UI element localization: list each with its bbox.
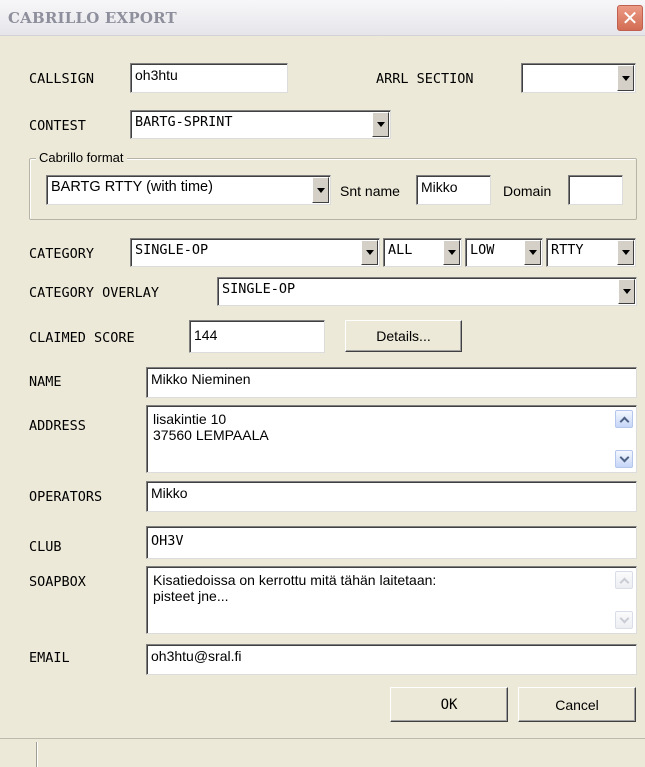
- soapbox-label: SOAPBOX: [29, 574, 86, 590]
- arrl-section-label: ARRL SECTION: [376, 71, 474, 87]
- snt-name-label: Snt name: [340, 183, 400, 199]
- window-title: CABRILLO EXPORT: [8, 9, 177, 27]
- address-line-1: lisakintie 10: [153, 411, 227, 427]
- cabrillo-format-select[interactable]: BARTG RTTY (with time): [46, 175, 331, 205]
- status-bar: [0, 738, 645, 767]
- callsign-input[interactable]: oh3htu: [130, 63, 288, 93]
- chevron-down-icon[interactable]: [312, 177, 329, 203]
- address-line-2: 37560 LEMPAALA: [153, 427, 269, 443]
- category-overlay-label: CATEGORY OVERLAY: [29, 285, 160, 301]
- cabrillo-format-value: BARTG RTTY (with time): [46, 175, 331, 205]
- chevron-down-icon[interactable]: [524, 240, 541, 265]
- chevron-down-icon[interactable]: [617, 240, 634, 265]
- cabrillo-format-group-label: Cabrillo format: [36, 150, 127, 165]
- chevron-up-icon: [619, 416, 629, 426]
- club-input[interactable]: OH3V: [146, 526, 637, 559]
- address-label: ADDRESS: [29, 418, 86, 434]
- details-button[interactable]: Details...: [345, 320, 462, 352]
- claimed-score-input[interactable]: 144: [189, 320, 325, 353]
- chevron-down-icon[interactable]: [617, 65, 634, 91]
- chevron-down-icon[interactable]: [443, 240, 460, 265]
- address-textarea[interactable]: lisakintie 10 37560 LEMPAALA: [146, 405, 637, 473]
- operators-input[interactable]: Mikko: [146, 481, 637, 512]
- name-label: NAME: [29, 374, 62, 390]
- status-bar-divider: [36, 742, 38, 767]
- soapbox-line-1: Kisatiedoissa on kerrottu mitä tähän lai…: [153, 572, 437, 588]
- ok-button[interactable]: OK: [390, 687, 508, 722]
- chevron-up-icon: [619, 577, 629, 587]
- claimed-score-label: CLAIMED SCORE: [29, 330, 135, 346]
- cancel-button[interactable]: Cancel: [518, 687, 636, 722]
- callsign-label: CALLSIGN: [29, 71, 95, 87]
- category-power-select[interactable]: LOW: [465, 238, 543, 267]
- soapbox-line-2: pisteet jne...: [153, 588, 229, 604]
- arrl-section-select[interactable]: [521, 63, 636, 93]
- email-input[interactable]: oh3htu@sral.fi: [146, 644, 637, 675]
- chevron-down-icon: [619, 452, 629, 462]
- category-operator-select[interactable]: SINGLE-OP: [130, 238, 380, 267]
- contest-select[interactable]: BARTG-SPRINT: [130, 110, 391, 139]
- scroll-down-button[interactable]: [615, 450, 633, 468]
- title-bar: CABRILLO EXPORT ✕: [0, 0, 645, 36]
- chevron-down-icon[interactable]: [618, 279, 635, 304]
- close-icon: ✕: [621, 6, 639, 30]
- club-label: CLUB: [29, 539, 62, 555]
- name-input[interactable]: Mikko Nieminen: [146, 367, 637, 398]
- category-operator-value: SINGLE-OP: [130, 238, 380, 267]
- category-overlay-select[interactable]: SINGLE-OP: [217, 277, 637, 306]
- scroll-up-button[interactable]: [615, 571, 633, 589]
- scroll-down-button[interactable]: [615, 611, 633, 629]
- domain-input[interactable]: [568, 175, 623, 205]
- category-label: CATEGORY: [29, 246, 95, 262]
- close-button[interactable]: ✕: [617, 5, 643, 31]
- email-label: EMAIL: [29, 650, 70, 666]
- operators-label: OPERATORS: [29, 489, 103, 505]
- contest-label: CONTEST: [29, 118, 86, 134]
- category-overlay-value: SINGLE-OP: [217, 277, 637, 306]
- scroll-up-button[interactable]: [615, 410, 633, 428]
- soapbox-textarea[interactable]: Kisatiedoissa on kerrottu mitä tähän lai…: [146, 566, 637, 634]
- category-mode-select[interactable]: RTTY: [546, 238, 636, 267]
- contest-value: BARTG-SPRINT: [130, 110, 391, 139]
- chevron-down-icon[interactable]: [361, 240, 378, 265]
- chevron-down-icon[interactable]: [372, 112, 389, 137]
- category-band-select[interactable]: ALL: [383, 238, 462, 267]
- domain-label: Domain: [503, 183, 552, 199]
- snt-name-input[interactable]: Mikko: [416, 175, 491, 205]
- chevron-down-icon: [619, 613, 629, 623]
